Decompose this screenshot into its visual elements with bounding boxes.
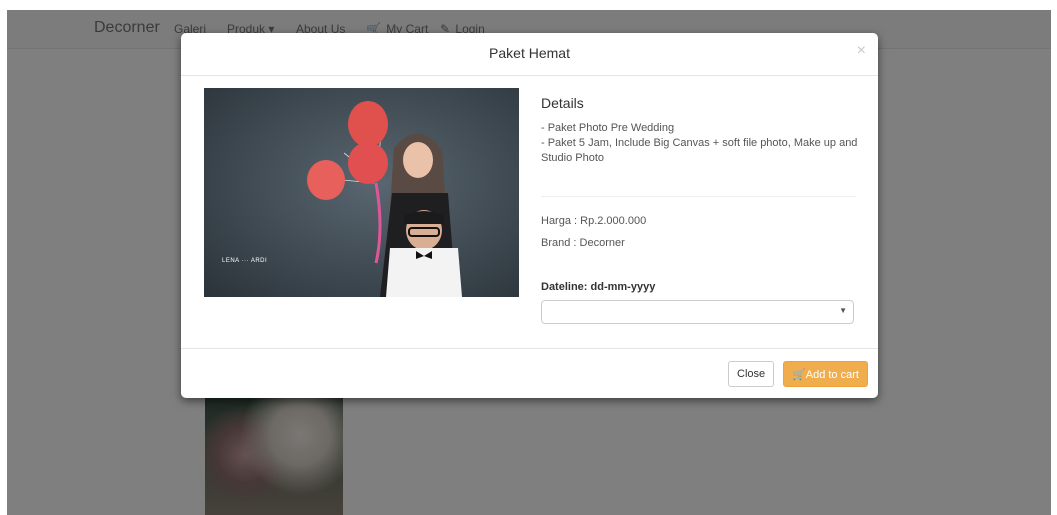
chevron-down-icon: ▼ bbox=[839, 306, 847, 315]
add-to-cart-label: Add to cart bbox=[805, 368, 859, 381]
details-divider bbox=[541, 196, 856, 197]
photo-watermark: LENA ··· ARDI bbox=[222, 258, 268, 264]
details-heading: Details bbox=[541, 95, 584, 111]
dateline-select[interactable]: ▼ bbox=[541, 300, 854, 324]
brand-text: Brand : Decorner bbox=[541, 237, 625, 249]
couple-photo-illustration bbox=[307, 101, 462, 297]
price-text: Harga : Rp.2.000.000 bbox=[541, 215, 647, 227]
product-photo: LENA ··· ARDI bbox=[204, 88, 519, 297]
close-button[interactable]: Close bbox=[728, 361, 774, 387]
close-icon[interactable]: × bbox=[857, 43, 866, 59]
product-modal: Paket Hemat × LENA ··· ARDI Details - Pa… bbox=[181, 33, 878, 398]
page-margin-right bbox=[1051, 0, 1057, 515]
modal-header: Paket Hemat × bbox=[181, 33, 878, 76]
cart-icon: 🛒 bbox=[792, 368, 806, 381]
dateline-label: Dateline: dd-mm-yyyy bbox=[541, 281, 656, 293]
modal-footer: Close 🛒Add to cart bbox=[181, 348, 878, 398]
add-to-cart-button[interactable]: 🛒Add to cart bbox=[783, 361, 868, 387]
details-line-2: - Paket 5 Jam, Include Big Canvas + soft… bbox=[541, 137, 858, 164]
modal-title: Paket Hemat bbox=[489, 45, 570, 61]
details-line-1: - Paket Photo Pre Wedding bbox=[541, 122, 675, 134]
page-margin-left bbox=[0, 0, 7, 515]
